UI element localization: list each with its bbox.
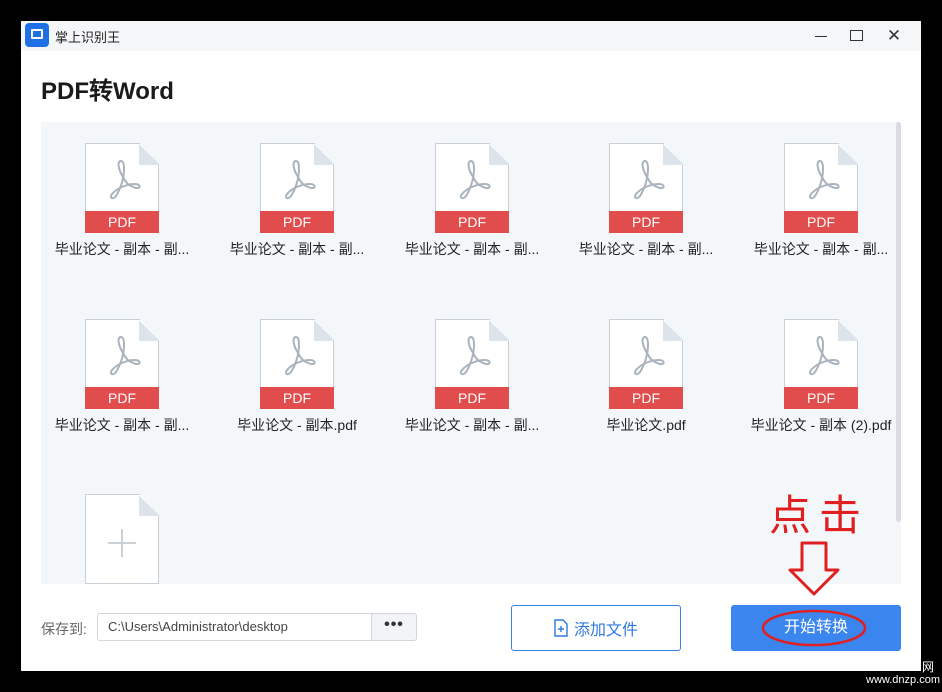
acrobat-icon xyxy=(284,335,316,376)
pdf-badge: PDF xyxy=(435,387,509,409)
pdf-badge: PDF xyxy=(85,211,159,233)
file-item[interactable]: PDF 毕业论文.pdf xyxy=(565,319,725,459)
acrobat-icon xyxy=(459,159,491,200)
acrobat-icon xyxy=(109,159,141,200)
file-name: 毕业论文 - 副本 - 副... xyxy=(404,241,540,257)
pdf-badge: PDF xyxy=(85,387,159,409)
file-item[interactable]: PDF 毕业论文 - 副本 - 副... xyxy=(41,143,201,283)
minimize-button[interactable] xyxy=(810,25,832,47)
add-file-icon xyxy=(554,619,568,637)
acrobat-icon xyxy=(633,159,665,200)
file-name: 毕业论文 - 副本 - 副... xyxy=(54,417,190,433)
file-name: 毕业论文.pdf xyxy=(606,417,686,433)
watermark-line1: 网 xyxy=(921,660,934,674)
pdf-badge: PDF xyxy=(609,211,683,233)
file-name: 毕业论文 - 副本 - 副... xyxy=(404,417,540,433)
maximize-button[interactable] xyxy=(845,25,867,47)
file-item[interactable]: PDF 毕业论文 - 副本 - 副... xyxy=(216,143,376,283)
maximize-icon xyxy=(850,30,863,41)
minimize-icon xyxy=(815,36,827,37)
page-title: PDF转Word xyxy=(41,78,174,105)
file-name: 毕业论文 - 副本 (2).pdf xyxy=(750,417,892,433)
file-item[interactable]: PDF 毕业论文 - 副本 - 副... xyxy=(740,143,900,283)
add-file-label: 添加文件 xyxy=(573,622,638,639)
acrobat-icon xyxy=(808,335,840,376)
title-bar: 掌上识别王 ✕ xyxy=(21,21,921,51)
plus-icon-bar xyxy=(108,542,136,544)
save-path-input[interactable]: C:\Users\Administrator\desktop xyxy=(97,613,371,641)
file-item[interactable]: PDF 毕业论文 - 副本 - 副... xyxy=(391,143,551,283)
file-item[interactable]: PDF 毕业论文 - 副本 - 副... xyxy=(391,319,551,459)
add-file-tile-fold xyxy=(139,494,159,516)
file-name: 毕业论文 - 副本.pdf xyxy=(237,417,357,433)
app-title: 掌上识别王 xyxy=(55,30,121,45)
acrobat-icon xyxy=(808,159,840,200)
watermark: 网 www.dnzp.com xyxy=(853,656,942,692)
pdf-badge: PDF xyxy=(435,211,509,233)
watermark-line2: www.dnzp.com xyxy=(866,674,940,686)
file-name: 毕业论文 - 副本 - 副... xyxy=(54,241,190,257)
file-name: 毕业论文 - 副本 - 副... xyxy=(578,241,714,257)
pdf-badge: PDF xyxy=(784,211,858,233)
annotation-click-text: 点击 xyxy=(769,491,870,540)
app-logo-icon xyxy=(25,23,49,47)
add-file-button[interactable]: 添加文件 xyxy=(511,605,681,651)
acrobat-icon xyxy=(633,335,665,376)
file-name: 毕业论文 - 副本 - 副... xyxy=(229,241,365,257)
acrobat-icon xyxy=(284,159,316,200)
file-name: 毕业论文 - 副本 - 副... xyxy=(753,241,889,257)
close-icon: ✕ xyxy=(886,26,902,45)
file-item[interactable]: PDF 毕业论文 - 副本 (2).pdf xyxy=(740,319,900,459)
acrobat-icon xyxy=(109,335,141,376)
file-item[interactable]: PDF 毕业论文 - 副本 - 副... xyxy=(565,143,725,283)
file-item[interactable]: PDF 毕业论文 - 副本.pdf xyxy=(216,319,376,459)
acrobat-icon xyxy=(459,335,491,376)
app-window: 掌上识别王 ✕ PDF转Word PDF 毕业论文 - 副本 - 副... PDF 毕… xyxy=(21,21,921,671)
pdf-badge: PDF xyxy=(609,387,683,409)
file-item[interactable]: PDF 毕业论文 - 副本 - 副... xyxy=(41,319,201,459)
pdf-badge: PDF xyxy=(784,387,858,409)
browse-button[interactable]: ••• xyxy=(371,613,417,641)
pdf-badge: PDF xyxy=(260,211,334,233)
pdf-badge: PDF xyxy=(260,387,334,409)
close-button[interactable]: ✕ xyxy=(883,25,905,47)
start-convert-button[interactable]: 开始转换 xyxy=(731,605,901,651)
save-to-label: 保存到: xyxy=(41,621,87,637)
